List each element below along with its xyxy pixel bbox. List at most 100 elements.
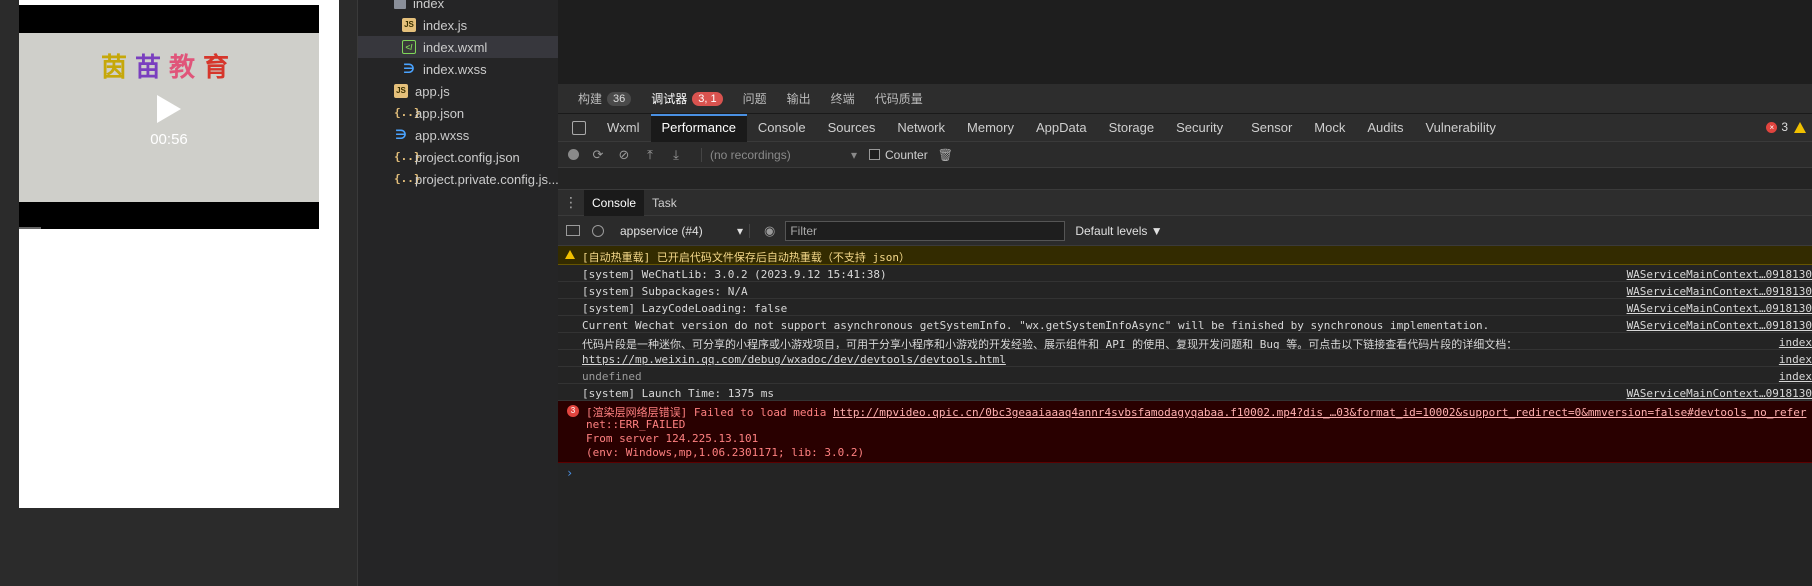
video-progress-bar[interactable]: [19, 227, 41, 229]
tab-code-quality[interactable]: 代码质量: [875, 90, 923, 107]
panel-tabs: 构建 36 调试器 3, 1 问题 输出 终端 代码质量: [558, 84, 1812, 114]
play-icon[interactable]: [157, 95, 181, 123]
file-tree-item[interactable]: JS app.js: [358, 80, 559, 102]
message-source-link[interactable]: index: [1779, 353, 1812, 366]
tab-appdata[interactable]: AppData: [1025, 114, 1098, 142]
console-link[interactable]: https://mp.weixin.qq.com/debug/wxadoc/de…: [582, 353, 1006, 366]
tab-mock[interactable]: Mock: [1303, 114, 1356, 142]
simulator-pane: 茵苗教育 00:56: [0, 0, 357, 586]
message-source-link[interactable]: WAServiceMainContext…0918130: [1627, 268, 1812, 281]
drawer-tab-task[interactable]: Task: [644, 190, 685, 216]
eye-icon[interactable]: ◉: [764, 223, 775, 239]
file-tree-item[interactable]: index: [358, 0, 559, 14]
tab-sources[interactable]: Sources: [817, 114, 887, 142]
recordings-value: (no recordings): [710, 147, 791, 162]
warning-icon: [1794, 121, 1806, 133]
console-message-text: Current Wechat version do not support as…: [582, 319, 1490, 332]
tab-debugger[interactable]: 调试器 3, 1: [651, 90, 723, 107]
tab-sensor[interactable]: Sensor: [1240, 114, 1303, 142]
trash-icon[interactable]: 🗑: [938, 148, 953, 162]
brand-char: 育: [203, 53, 238, 83]
wxml-file-icon: </: [402, 40, 416, 54]
js-file-icon: JS: [402, 18, 416, 32]
tab-build-label: 构建: [578, 92, 603, 106]
tab-performance[interactable]: Performance: [650, 113, 747, 142]
tab-terminal[interactable]: 终端: [831, 90, 855, 107]
upload-icon[interactable]: ⤒: [643, 147, 657, 163]
error-count-badge: 3: [567, 405, 579, 417]
tab-output[interactable]: 输出: [787, 90, 811, 107]
message-source-link[interactable]: WAServiceMainContext…0918130: [1627, 302, 1812, 315]
file-tree-label: index: [413, 0, 445, 11]
message-source-link[interactable]: index: [1779, 370, 1812, 383]
chevron-down-icon: ▾: [736, 223, 743, 238]
file-tree-label: app.json: [415, 105, 465, 121]
wxss-file-icon: ∋: [395, 127, 407, 142]
inspect-element-icon[interactable]: [572, 120, 586, 135]
message-source-link[interactable]: WAServiceMainContext…0918130: [1627, 319, 1812, 332]
file-tree-item[interactable]: {..} app.json: [358, 102, 559, 124]
tab-wxml[interactable]: Wxml: [596, 114, 651, 142]
error-indicator[interactable]: × 3: [1766, 120, 1806, 134]
tab-build[interactable]: 构建 36: [578, 90, 632, 107]
more-menu-icon[interactable]: ⋮: [558, 194, 584, 211]
tab-memory[interactable]: Memory: [956, 114, 1025, 142]
clear-console-icon[interactable]: [592, 224, 604, 237]
tab-issues[interactable]: 问题: [743, 90, 767, 107]
file-tree-label: index.wxss: [423, 61, 487, 77]
brand-char: 苗: [134, 53, 169, 83]
console-message-text: 代码片段是一种迷你、可分享的小程序或小游戏项目，可用于分享小程序和小游戏的开发经…: [582, 338, 1518, 350]
message-source-link[interactable]: index: [1779, 336, 1812, 349]
console-message: [system] LazyCodeLoading: false WAService…: [558, 299, 1812, 316]
record-icon[interactable]: [568, 149, 579, 160]
file-tree-label: project.config.json: [415, 149, 520, 165]
tab-storage[interactable]: Storage: [1098, 114, 1166, 142]
drawer-tab-console[interactable]: Console: [584, 189, 645, 216]
chevron-down-icon: ▾: [850, 147, 857, 162]
tab-security[interactable]: Security: [1165, 114, 1234, 142]
clear-icon[interactable]: ⊘: [617, 147, 631, 163]
reload-record-icon[interactable]: ⟳: [591, 147, 605, 163]
build-count-badge: 36: [607, 91, 632, 106]
file-tree: index JS index.js </ index.wxml ∋ index.wxss JS…: [357, 0, 559, 586]
tab-network[interactable]: Network: [886, 114, 956, 142]
brand-char: 茵: [100, 53, 135, 83]
file-tree-item[interactable]: {..} project.config.json: [358, 146, 559, 168]
context-select[interactable]: appservice (#4) ▾: [620, 223, 750, 238]
error-count: 3: [1781, 120, 1788, 134]
recordings-select[interactable]: (no recordings) ▾: [701, 147, 857, 162]
tab-debugger-label: 调试器: [651, 92, 688, 106]
devtools-tabs: Wxml Performance Console Sources Network Memo…: [558, 113, 1812, 142]
brand-char: 教: [169, 53, 204, 83]
console-prompt-row[interactable]: ›: [558, 463, 1812, 483]
counter-toggle[interactable]: Counter: [869, 148, 928, 162]
file-tree-item[interactable]: ∋ app.wxss: [358, 124, 559, 146]
file-tree-label: app.wxss: [415, 127, 470, 143]
console-message-text: [system] Subpackages: N/A: [582, 285, 748, 298]
tab-vulnerability[interactable]: Vulnerability: [1414, 114, 1506, 142]
sidebar-toggle-icon[interactable]: [566, 225, 580, 236]
download-icon[interactable]: ⤓: [669, 147, 683, 163]
console-message-text: undefined: [582, 370, 642, 383]
json-file-icon: {..}: [394, 150, 421, 163]
file-tree-label: project.private.config.js...: [415, 171, 559, 187]
file-tree-item[interactable]: {..} project.private.config.js...: [358, 168, 559, 190]
tab-console[interactable]: Console: [747, 114, 817, 142]
error-url-link[interactable]: http://mpvideo.qpic.cn/0bc3geaaiaaaq4ann…: [833, 406, 1807, 419]
counter-checkbox[interactable]: [869, 149, 880, 160]
filter-input[interactable]: [785, 220, 1066, 241]
performance-toolbar: ⟳ ⊘ ⤒ ⤓ (no recordings) ▾ Counter 🗑: [558, 142, 1812, 168]
console-message: Current Wechat version do not support as…: [558, 316, 1812, 333]
message-source-link[interactable]: WAServiceMainContext…0918130: [1627, 387, 1812, 400]
file-tree-item[interactable]: JS index.js: [358, 14, 559, 36]
message-source-link[interactable]: WAServiceMainContext…0918130: [1627, 285, 1812, 298]
log-levels-select[interactable]: Default levels ▼: [1075, 224, 1162, 238]
error-icon: ×: [1766, 121, 1778, 133]
prompt-chevron-icon: ›: [566, 466, 574, 480]
video-player[interactable]: 茵苗教育 00:56: [19, 5, 319, 229]
file-tree-item[interactable]: ∋ index.wxss: [358, 58, 559, 80]
tab-audits[interactable]: Audits: [1356, 114, 1414, 142]
file-tree-item[interactable]: </ index.wxml: [358, 36, 559, 58]
drawer-tabs: ⋮ Console Task: [558, 189, 1812, 216]
console-messages: [自动热重载] 已开启代码文件保存后自动热重载（不支持 json） [system…: [558, 246, 1812, 586]
